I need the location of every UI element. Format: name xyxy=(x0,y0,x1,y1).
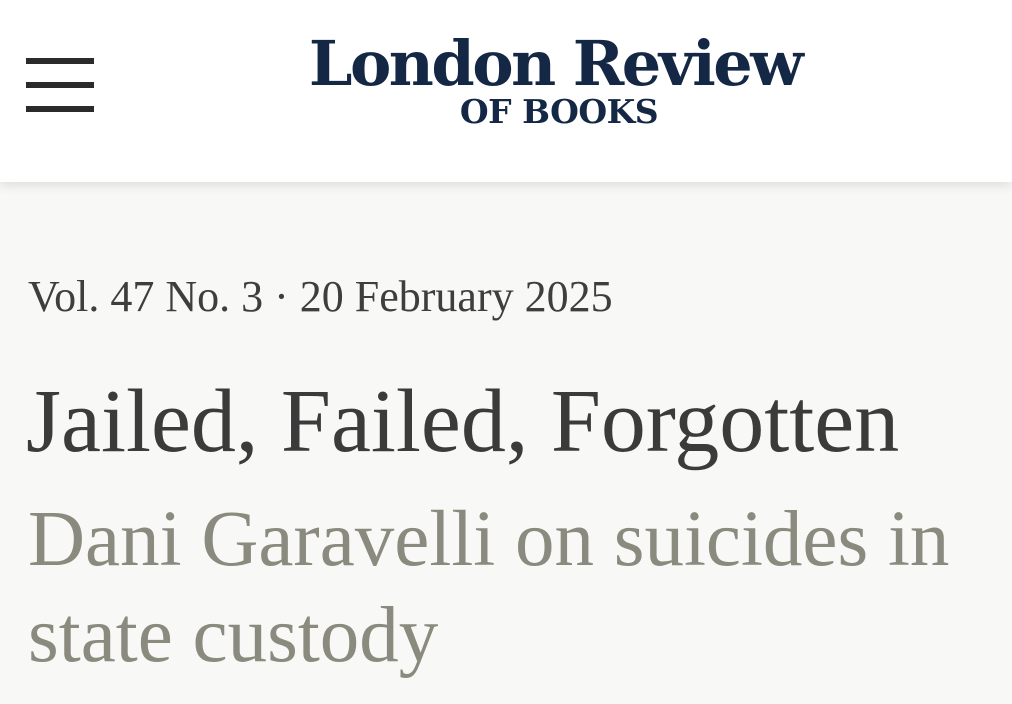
menu-bar xyxy=(26,82,94,88)
menu-bar xyxy=(26,106,94,112)
issue-info: Vol. 47 No. 3 · 20 February 2025 xyxy=(28,272,613,321)
article-standfirst: Dani Garavelli on suicides in state cust… xyxy=(28,496,950,679)
site-header: London Review OF BOOKS xyxy=(0,0,1012,182)
hamburger-menu-icon[interactable] xyxy=(26,58,94,116)
menu-bar xyxy=(26,58,94,64)
logo-title: London Review xyxy=(308,27,804,100)
article-header: Vol. 47 No. 3 · 20 February 2025 Jailed,… xyxy=(0,182,1012,704)
article-title: Jailed, Failed, Forgotten xyxy=(26,372,900,471)
site-logo[interactable]: London Review OF BOOKS xyxy=(300,28,810,130)
